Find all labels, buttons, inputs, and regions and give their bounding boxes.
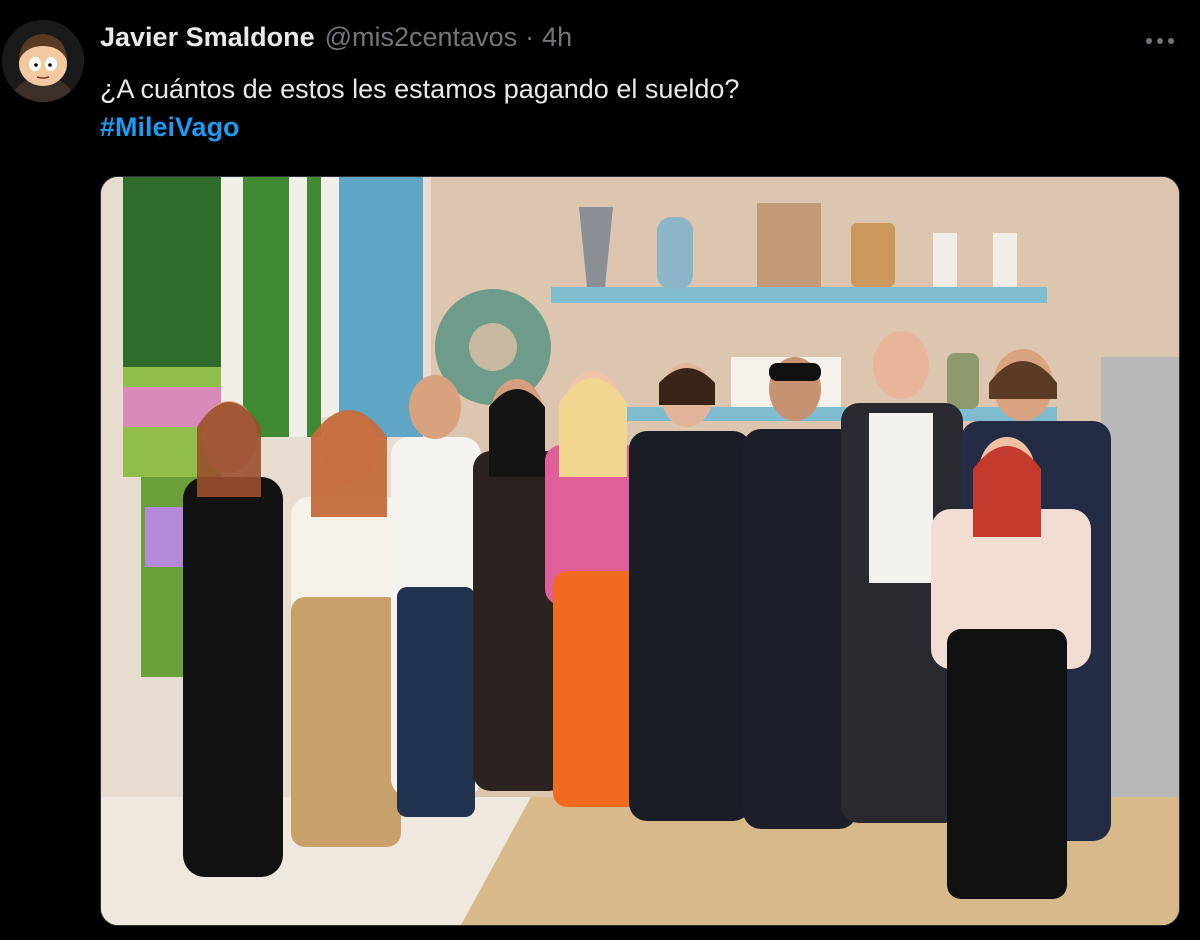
tweet-meta: @mis2centavos · 4h: [325, 22, 573, 53]
tweet-header: Javier Smaldone @mis2centavos · 4h: [100, 22, 572, 62]
meta-separator: ·: [525, 22, 535, 52]
author-handle[interactable]: @mis2centavos: [325, 22, 517, 53]
photo-shelf-top: [551, 287, 1047, 303]
tweet-photo[interactable]: [100, 176, 1180, 926]
group-photo: [101, 177, 1179, 925]
more-horizontal-icon[interactable]: [1138, 28, 1182, 54]
person-3: [391, 375, 481, 817]
cartoon-avatar-icon: [2, 20, 84, 102]
tweet-card: Javier Smaldone @mis2centavos · 4h ¿A cu…: [0, 0, 1200, 940]
hashtag-link[interactable]: #MileiVago: [100, 108, 240, 146]
tweet-text: ¿A cuántos de estos les estamos pagando …: [100, 70, 1160, 146]
more-dot: [1157, 38, 1163, 44]
avatar[interactable]: [2, 20, 84, 102]
author-name[interactable]: Javier Smaldone: [100, 22, 315, 53]
more-dot: [1146, 38, 1152, 44]
person-6: [629, 363, 751, 821]
tweet-time[interactable]: 4h: [542, 22, 572, 53]
more-dot: [1168, 38, 1174, 44]
photo-fridge: [1101, 357, 1179, 807]
tweet-body: ¿A cuántos de estos les estamos pagando …: [100, 74, 740, 104]
